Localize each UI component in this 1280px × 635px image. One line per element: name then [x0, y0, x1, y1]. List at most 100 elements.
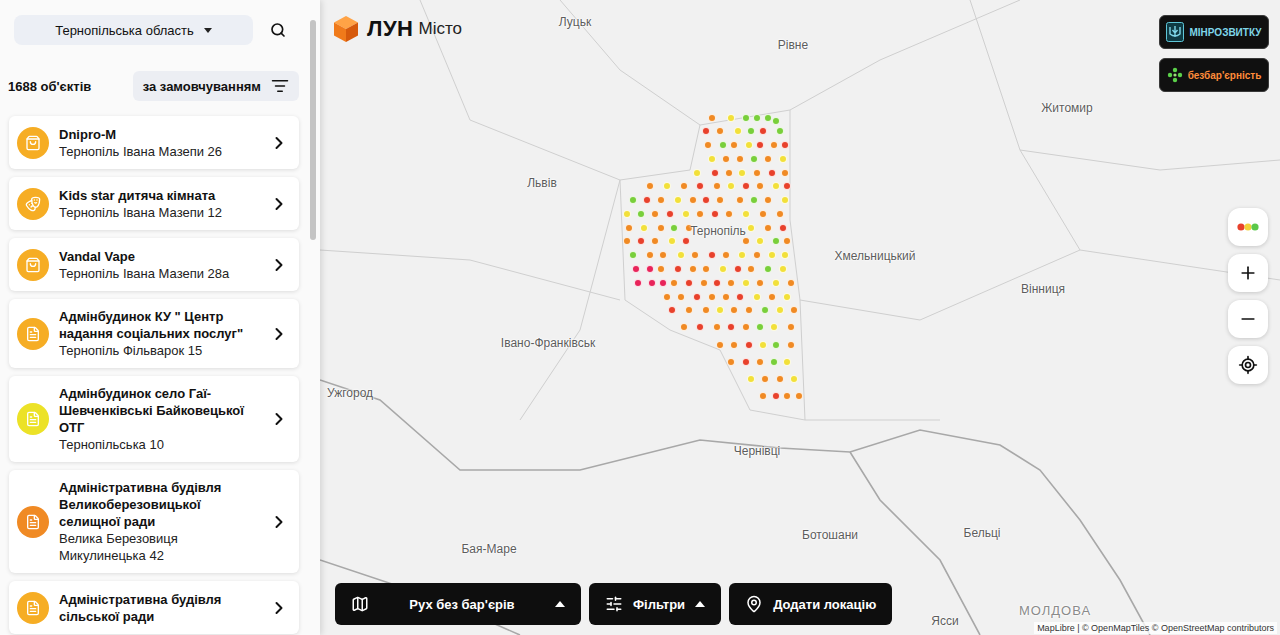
map-pin[interactable] — [685, 306, 693, 314]
map-pin[interactable] — [764, 224, 772, 232]
zoom-in-button[interactable] — [1228, 254, 1268, 292]
map-pin[interactable] — [702, 306, 710, 314]
object-card[interactable]: Dnipro-MТернопіль Івана Мазепи 26 — [9, 116, 299, 169]
map-pin[interactable] — [736, 155, 744, 163]
map-pin[interactable] — [770, 358, 778, 366]
map-pin[interactable] — [745, 306, 753, 314]
map-pin[interactable] — [756, 141, 764, 149]
map-pin[interactable] — [790, 306, 798, 314]
map-pin[interactable] — [722, 293, 730, 301]
map-pin[interactable] — [738, 169, 746, 177]
map-pin[interactable] — [632, 265, 640, 273]
map-pin[interactable] — [776, 306, 784, 314]
search-button[interactable] — [261, 15, 295, 45]
map-pin[interactable] — [790, 375, 798, 383]
map-pin[interactable] — [747, 224, 755, 232]
map-pin[interactable] — [657, 196, 665, 204]
map-pin[interactable] — [722, 155, 730, 163]
map-pin[interactable] — [722, 251, 730, 259]
map-pin[interactable] — [702, 196, 710, 204]
map-pin[interactable] — [634, 279, 642, 287]
object-card[interactable]: Kids star дитяча кімнатаТернопіль Івана … — [9, 177, 299, 230]
map-pin[interactable] — [693, 293, 701, 301]
map-pin[interactable] — [759, 392, 767, 400]
map-pin[interactable] — [750, 155, 758, 163]
map-pin[interactable] — [772, 237, 780, 245]
map-pin[interactable] — [764, 114, 772, 122]
map-pin[interactable] — [716, 196, 724, 204]
map-pin[interactable] — [761, 375, 769, 383]
map-pin[interactable] — [781, 141, 789, 149]
map-pin[interactable] — [742, 114, 750, 122]
map-pin[interactable] — [750, 196, 758, 204]
map-pin[interactable] — [646, 251, 654, 259]
map-pin[interactable] — [680, 182, 688, 190]
map-pin[interactable] — [716, 306, 724, 314]
map-pin[interactable] — [776, 210, 784, 218]
map-pin[interactable] — [677, 251, 685, 259]
map-pin[interactable] — [756, 358, 764, 366]
map-pin[interactable] — [783, 358, 791, 366]
map-pin[interactable] — [753, 114, 761, 122]
map-pin[interactable] — [674, 265, 682, 273]
region-select[interactable]: Тернопільська область — [14, 15, 253, 45]
map-pin[interactable] — [730, 141, 738, 149]
partner-badge[interactable]: МІНРОЗВИТКУ — [1159, 15, 1269, 49]
map-pin[interactable] — [759, 127, 767, 135]
map-pin[interactable] — [670, 224, 678, 232]
map-pin[interactable] — [708, 114, 716, 122]
map-pin[interactable] — [776, 375, 784, 383]
sort-button[interactable]: за замовчуванням — [133, 71, 299, 101]
map-pin[interactable] — [637, 237, 645, 245]
map-pin[interactable] — [689, 196, 697, 204]
map-attribution[interactable]: MapLibre | © OpenMapTiles © OpenStreetMa… — [1034, 622, 1277, 634]
object-card[interactable]: Vandal VapeТернопіль Івана Мазепи 28а — [9, 238, 299, 291]
map-pin[interactable] — [643, 196, 651, 204]
map-pin[interactable] — [759, 210, 767, 218]
map-pin[interactable] — [685, 279, 693, 287]
map-pin[interactable] — [659, 279, 667, 287]
map-pin[interactable] — [736, 293, 744, 301]
map-pin[interactable] — [779, 224, 787, 232]
map-pin[interactable] — [770, 141, 778, 149]
map-pin[interactable] — [691, 251, 699, 259]
map-pin[interactable] — [727, 114, 735, 122]
map-pin[interactable] — [693, 169, 701, 177]
toolbar-button[interactable]: Фільтри — [589, 583, 721, 625]
map-pin[interactable] — [781, 196, 789, 204]
map-pin[interactable] — [689, 265, 697, 273]
map-pin[interactable] — [742, 279, 750, 287]
map-pin[interactable] — [719, 265, 727, 273]
map-pin[interactable] — [668, 306, 676, 314]
scrollbar-thumb[interactable] — [310, 20, 316, 240]
map-pin[interactable] — [768, 293, 776, 301]
map-pin[interactable] — [787, 323, 795, 331]
map-pin[interactable] — [761, 306, 769, 314]
map-pin[interactable] — [772, 279, 780, 287]
map-pin[interactable] — [787, 341, 795, 349]
object-card[interactable]: Адмінбудинок село Гаї-Шевченківські Байк… — [9, 376, 299, 462]
map-pin[interactable] — [711, 210, 719, 218]
map-pin[interactable] — [783, 182, 791, 190]
map-pin[interactable] — [716, 127, 724, 135]
object-card[interactable]: Адміністративна будівля сільської ради — [9, 581, 299, 634]
map-pin[interactable] — [734, 265, 742, 273]
map-pin[interactable] — [768, 251, 776, 259]
map-pin[interactable] — [764, 196, 772, 204]
map-pin[interactable] — [713, 182, 721, 190]
scrollbar[interactable] — [306, 0, 320, 635]
map-pin[interactable] — [734, 127, 742, 135]
map-pin[interactable] — [745, 341, 753, 349]
map-pin[interactable] — [725, 210, 733, 218]
map-pin[interactable] — [768, 169, 776, 177]
map-pin[interactable] — [764, 155, 772, 163]
map-pin[interactable] — [713, 279, 721, 287]
map-pin[interactable] — [623, 237, 631, 245]
map-pin[interactable] — [696, 182, 704, 190]
map-pin[interactable] — [704, 141, 712, 149]
zoom-out-button[interactable] — [1228, 300, 1268, 338]
map-pin[interactable] — [781, 169, 789, 177]
map-pin[interactable] — [772, 392, 780, 400]
map-pin[interactable] — [747, 265, 755, 273]
map-pin[interactable] — [727, 182, 735, 190]
